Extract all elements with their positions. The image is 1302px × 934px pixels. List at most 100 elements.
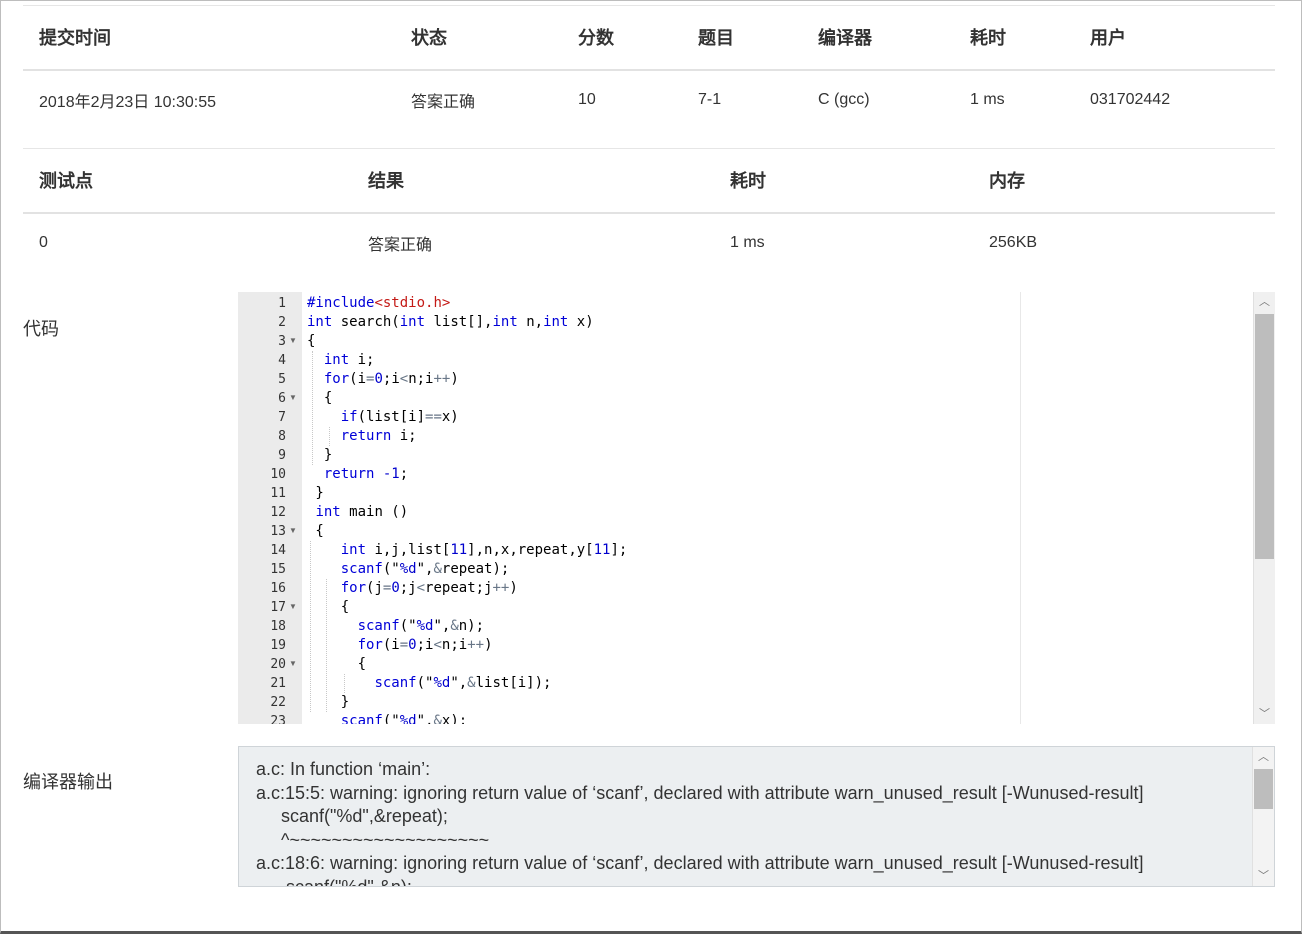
code-line: for(i=0;i<n;i++) <box>323 371 459 387</box>
fold-arrow-icon[interactable]: ▼ <box>289 659 297 668</box>
col-memory: 内存 <box>989 171 1025 192</box>
code-line: int search(int list[],int n,int x) <box>307 314 594 330</box>
line-number: 7 <box>278 410 286 425</box>
code-line: int i,j,list[11],n,x,repeat,y[11]; <box>340 542 628 558</box>
col-elapsed: 耗时 <box>970 28 1006 49</box>
line-number: 1 <box>278 296 286 311</box>
print-margin <box>1020 292 1021 724</box>
code-line: int i; <box>323 352 375 368</box>
testcase-id: 0 <box>39 234 48 251</box>
elapsed: 1 ms <box>970 91 1005 108</box>
code-line: return i; <box>340 428 417 444</box>
line-number: 14 <box>270 543 286 558</box>
testcase-memory: 256KB <box>989 234 1038 251</box>
code-line: } <box>307 447 333 463</box>
output-line: a.c:15:5: warning: ignoring return value… <box>256 782 1144 803</box>
user-id: 031702442 <box>1090 91 1171 108</box>
output-scrollbar[interactable]: ︿ ﹀ <box>1252 747 1274 886</box>
indent-guide <box>326 579 327 712</box>
submission-header-row: 提交时间 状态 分数 题目 编译器 耗时 用户 <box>23 5 1275 70</box>
code-line: } <box>307 485 324 501</box>
compiler-output-text: a.c: In function ‘main’: a.c:15:5: warnin… <box>256 758 1144 887</box>
line-number: 4 <box>278 353 286 368</box>
line-number: 8 <box>278 429 286 444</box>
score: 10 <box>578 91 596 108</box>
line-number: 10 <box>270 467 286 482</box>
testcase-result: 答案正确 <box>368 237 433 254</box>
col-tc-elapsed: 耗时 <box>730 171 766 192</box>
compiler-output-label: 编译器输出 <box>23 772 113 792</box>
line-number: 5 <box>278 372 286 387</box>
line-number: 3 <box>278 334 286 349</box>
col-score: 分数 <box>578 28 614 49</box>
code-line: scanf("%d",&n); <box>357 618 485 634</box>
testcase-header-row: 测试点 结果 耗时 内存 <box>23 148 1275 213</box>
code-line: { <box>307 523 324 539</box>
code-line: { <box>307 599 350 615</box>
col-status: 状态 <box>411 28 447 49</box>
indent-guide <box>344 674 345 693</box>
line-number: 6 <box>278 391 286 406</box>
line-number-gutter: 1 2 3 ▼ 4 5 6 ▼ 7 8 9 10 11 12 13 ▼ 14 15 16 17 ▼ 18 19 20 ▼ 21 22… <box>238 292 302 724</box>
code-line: if(list[i]==x) <box>340 409 459 425</box>
code-line: #include<stdio.h> <box>307 295 451 311</box>
code-line: for(i=0;i<n;i++) <box>357 637 493 653</box>
line-number: 16 <box>270 581 286 596</box>
indent-guide <box>312 351 313 465</box>
line-number: 20 <box>270 657 286 672</box>
line-number: 23 <box>270 714 286 724</box>
col-testcase: 测试点 <box>39 171 93 192</box>
line-number: 17 <box>270 600 286 615</box>
problem-link[interactable]: 7-1 <box>682 70 802 130</box>
code-editor[interactable]: 1 2 3 ▼ 4 5 6 ▼ 7 8 9 10 11 12 13 ▼ 14 15 16 17 ▼ 18 19 20 ▼ 21 22… <box>238 292 1275 724</box>
code-line: int main () <box>315 504 409 520</box>
code-line: scanf("%d",&x); <box>340 713 468 724</box>
chevron-down-icon[interactable]: ﹀ <box>1253 866 1274 886</box>
col-problem: 题目 <box>698 28 734 49</box>
col-submit-time: 提交时间 <box>39 28 111 49</box>
line-number: 11 <box>270 486 286 501</box>
table-row: 0 答案正确 1 ms 256KB <box>23 213 1275 273</box>
col-compiler: 编译器 <box>818 28 872 49</box>
chevron-down-icon[interactable]: ﹀ <box>1254 704 1275 724</box>
chevron-up-icon[interactable]: ︿ <box>1253 747 1274 767</box>
chevron-up-icon[interactable]: ︿ <box>1254 292 1275 312</box>
submission-table: 提交时间 状态 分数 题目 编译器 耗时 用户 2018年2月23日 10:30… <box>23 5 1275 130</box>
line-number: 22 <box>270 695 286 710</box>
line-number: 15 <box>270 562 286 577</box>
code-scrollbar[interactable]: ︿ ﹀ <box>1253 292 1275 724</box>
code-line: { <box>307 333 316 349</box>
code-label: 代码 <box>23 319 59 339</box>
col-user: 用户 <box>1090 28 1126 49</box>
code-line: for(j=0;j<repeat;j++) <box>340 580 518 596</box>
code-line: scanf("%d",&repeat); <box>340 561 510 577</box>
output-line: scanf("%d",&n); <box>256 876 412 887</box>
output-line: scanf("%d",&repeat); <box>256 806 448 826</box>
indent-guide <box>310 541 311 712</box>
status-text: 答案正确 <box>411 94 476 111</box>
compiler: C (gcc) <box>818 91 870 108</box>
scrollbar-thumb[interactable] <box>1255 314 1274 559</box>
code-line: { <box>307 390 333 406</box>
code-line: } <box>307 694 350 710</box>
fold-arrow-icon[interactable]: ▼ <box>289 602 297 611</box>
line-number: 9 <box>278 448 286 463</box>
compiler-output-box[interactable]: a.c: In function ‘main’: a.c:15:5: warnin… <box>238 746 1275 887</box>
fold-arrow-icon[interactable]: ▼ <box>289 393 297 402</box>
output-line: ^~~~~~~~~~~~~~~~~~~~ <box>256 829 490 850</box>
submit-time: 2018年2月23日 10:30:55 <box>39 94 217 111</box>
fold-arrow-icon[interactable]: ▼ <box>289 526 297 535</box>
fold-arrow-icon[interactable]: ▼ <box>289 336 297 345</box>
testcase-table: 测试点 结果 耗时 内存 0 答案正确 1 ms 256KB <box>23 148 1275 273</box>
line-number: 19 <box>270 638 286 653</box>
line-number: 21 <box>270 676 286 691</box>
line-number: 13 <box>270 524 286 539</box>
code-line: { <box>307 656 367 672</box>
line-number: 12 <box>270 505 286 520</box>
testcase-elapsed: 1 ms <box>730 234 765 251</box>
line-number: 2 <box>278 315 286 330</box>
line-number: 18 <box>270 619 286 634</box>
table-row: 2018年2月23日 10:30:55 答案正确 10 7-1 C (gcc) … <box>23 70 1275 130</box>
indent-guide <box>329 427 330 446</box>
scrollbar-thumb[interactable] <box>1254 769 1273 809</box>
